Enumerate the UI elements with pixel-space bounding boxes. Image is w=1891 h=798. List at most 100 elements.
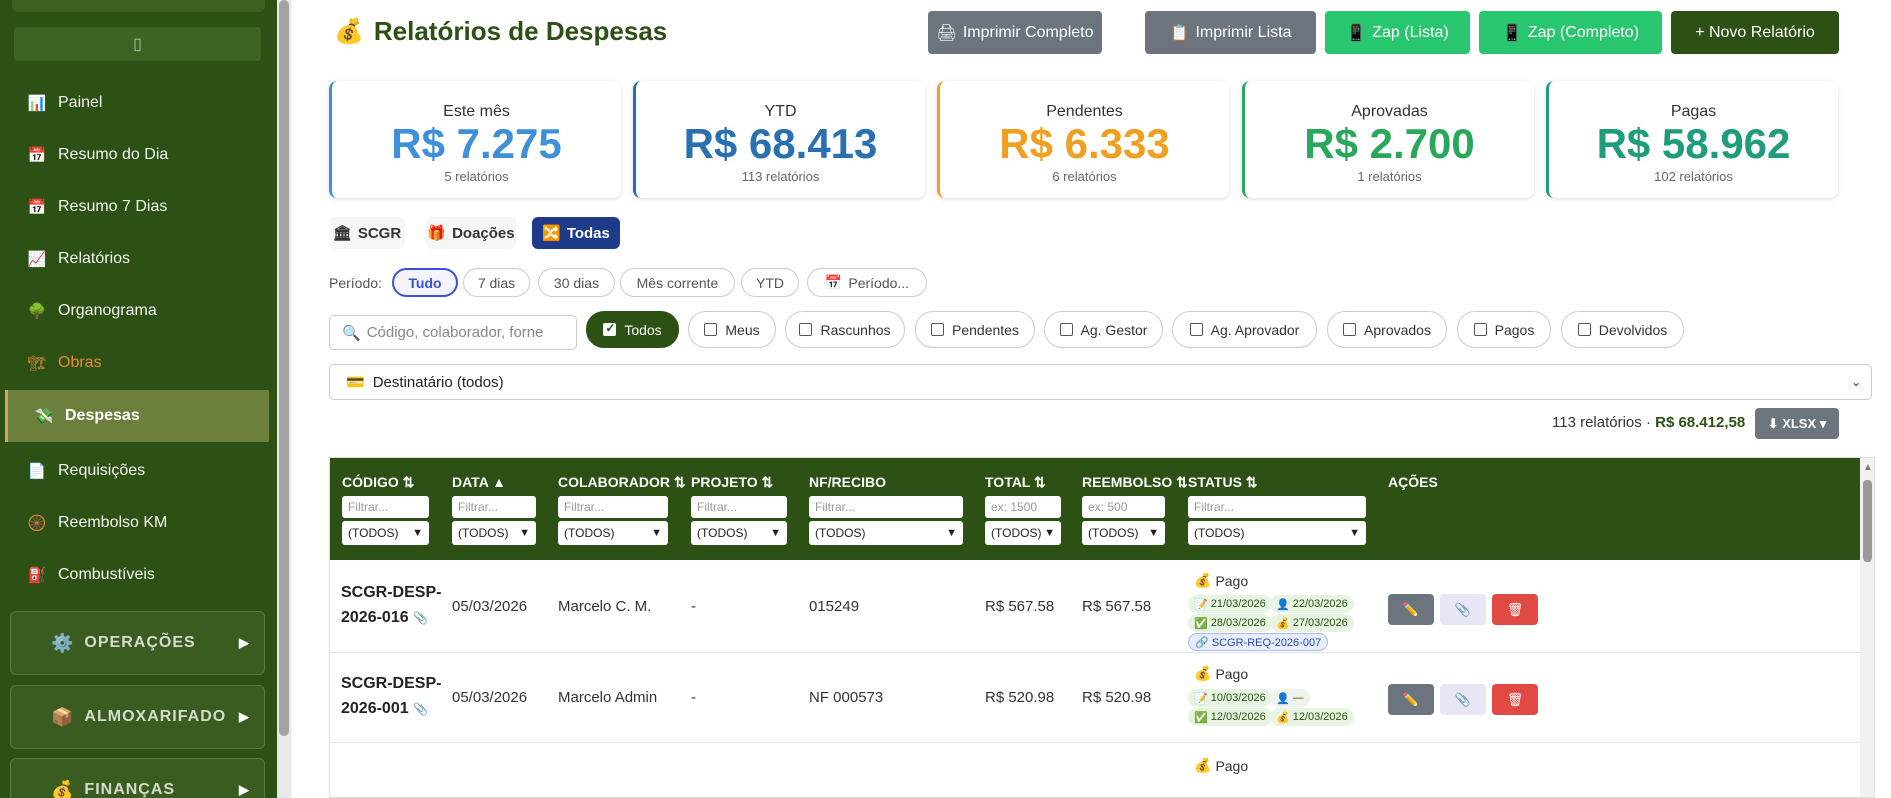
filter-rascunhos[interactable]: Rascunhos xyxy=(785,311,905,348)
filter-ag-aprovador[interactable]: Ag. Aprovador xyxy=(1172,311,1317,348)
section-almoxarifado[interactable]: 📦 ALMOXARIFADO ▶ xyxy=(10,685,265,749)
table-row[interactable]: SCGR-DESP- 2026-001 📎 05/03/2026 Marcelo … xyxy=(330,653,1860,743)
edit-button[interactable]: ✏️ xyxy=(1388,594,1434,625)
filter-input-codigo[interactable]: Filtrar... xyxy=(342,496,429,518)
filter-input-total[interactable]: ex: 1500 xyxy=(985,496,1061,518)
filter-pendentes[interactable]: Pendentes xyxy=(915,311,1035,348)
sidebar-item-requisicoes[interactable]: 📄 Requisições xyxy=(0,445,277,497)
filter-select-colaborador[interactable]: (TODOS) ▼ xyxy=(558,521,668,545)
table-row[interactable]: 💰 Pago xyxy=(330,743,1860,797)
col-header-reembolso[interactable]: REEMBOLSO ⇅ xyxy=(1082,474,1188,491)
filter-select-projeto[interactable]: (TODOS) ▼ xyxy=(691,521,787,545)
col-header-codigo[interactable]: CÓDIGO ⇅ xyxy=(342,474,414,491)
cell-projeto: - xyxy=(691,689,696,706)
tab-label: Todas xyxy=(566,224,610,242)
sidebar-item-despesas[interactable]: 💸 Despesas xyxy=(5,390,269,442)
fuel-pump-icon: ⛽ xyxy=(27,567,47,584)
filter-input-projeto[interactable]: Filtrar... xyxy=(691,496,787,518)
date-badge-submitted: 📝 21/03/2026 xyxy=(1188,595,1272,613)
delete-button[interactable]: 🗑 xyxy=(1492,594,1538,625)
calendar-icon: 📅 xyxy=(824,274,843,290)
sidebar-item-painel[interactable]: 📊 Painel xyxy=(0,77,277,129)
print-full-button[interactable]: 🖨 Imprimir Completo xyxy=(928,11,1102,54)
filter-input-colaborador[interactable]: Filtrar... xyxy=(558,496,668,518)
delete-button[interactable]: 🗑 xyxy=(1492,684,1538,715)
filter-input-status[interactable]: Filtrar... xyxy=(1188,496,1366,518)
search-input[interactable]: 🔍 Código, colaborador, forne xyxy=(329,315,577,350)
paperclip-icon: 📎 xyxy=(413,611,429,625)
export-xlsx-button[interactable]: ⬇ XLSX ▾ xyxy=(1755,408,1839,439)
period-chip-custom[interactable]: 📅 Período... xyxy=(807,268,927,297)
cell-codigo[interactable]: SCGR-DESP- 2026-001 📎 xyxy=(341,671,441,722)
filter-select-nf-recibo[interactable]: (TODOS) ▼ xyxy=(809,521,963,545)
sidebar-scroll-thumb[interactable] xyxy=(279,0,289,736)
sidebar-item-relatorios[interactable]: 📈 Relatórios xyxy=(0,233,277,285)
tab-scgr[interactable]: 🏛 SCGR xyxy=(329,217,405,249)
sidebar-item-organograma[interactable]: 🌳 Organograma xyxy=(0,285,277,337)
chip-label: Período... xyxy=(848,274,910,291)
edit-button[interactable]: ✏️ xyxy=(1388,684,1434,715)
period-chip-tudo[interactable]: Tudo xyxy=(392,268,458,297)
table-header: CÓDIGO ⇅ Filtrar... (TODOS) ▼ DATA ▲ Filt… xyxy=(330,458,1860,560)
col-header-colaborador[interactable]: COLABORADOR ⇅ xyxy=(558,474,686,491)
status-text: Pago xyxy=(1215,572,1249,589)
table-scroll-thumb[interactable] xyxy=(1863,480,1872,562)
sidebar-collapse-button[interactable]: ▯ xyxy=(14,27,261,61)
filter-pagos[interactable]: Pagos xyxy=(1457,311,1551,348)
sidebar-item-resumo-do-dia[interactable]: 📅 Resumo do Dia xyxy=(0,129,277,181)
stat-sub: 1 relatórios xyxy=(1357,169,1422,184)
sidebar-item-combustiveis[interactable]: ⛽ Combustíveis xyxy=(0,549,277,601)
stat-value: R$ 6.333 xyxy=(999,120,1170,167)
filter-select-total[interactable]: (TODOS) ▼ xyxy=(985,521,1061,545)
new-report-button[interactable]: + Novo Relatório xyxy=(1671,11,1839,54)
attachment-button[interactable]: 📎 xyxy=(1440,684,1486,715)
filter-label: Todos xyxy=(624,321,662,338)
filter-select-status[interactable]: (TODOS) ▼ xyxy=(1188,521,1366,545)
col-header-data[interactable]: DATA ▲ xyxy=(452,474,506,490)
cell-total: R$ 567.58 xyxy=(985,598,1055,615)
checkbox-icon xyxy=(1473,323,1487,336)
col-header-total[interactable]: TOTAL ⇅ xyxy=(985,474,1046,491)
filter-input-reembolso[interactable]: ex: 500 xyxy=(1082,496,1165,518)
filter-meus[interactable]: Meus xyxy=(688,311,776,348)
filter-devolvidos[interactable]: Devolvidos xyxy=(1561,311,1684,348)
filter-select-reembolso[interactable]: (TODOS) ▼ xyxy=(1082,521,1165,545)
linked-requisition-badge[interactable]: 🔗 SCGR-REQ-2026-007 xyxy=(1188,633,1329,651)
filter-todos[interactable]: Todos xyxy=(586,311,679,348)
chevron-right-icon: ▶ xyxy=(239,709,250,724)
period-chip-30-dias[interactable]: 30 dias xyxy=(538,268,615,297)
filter-input-data[interactable]: Filtrar... xyxy=(452,496,536,518)
sidebar-item-obras[interactable]: 🏗 Obras xyxy=(0,337,277,389)
section-financas[interactable]: 💰 FINANÇAS ▶ xyxy=(10,758,265,798)
col-header-projeto[interactable]: PROJETO ⇅ xyxy=(691,474,773,491)
stat-label: Pagas xyxy=(1670,103,1717,120)
caret-down-icon: ▼ xyxy=(651,527,662,539)
sidebar-item-resumo-7-dias[interactable]: 📅 Resumo 7 Dias xyxy=(0,181,277,233)
cell-codigo[interactable]: SCGR-DESP- 2026-016 📎 xyxy=(341,580,441,631)
sidebar-item-label: Relatórios xyxy=(58,250,131,267)
table-scrollbar[interactable]: ▲ xyxy=(1860,458,1874,797)
destinatario-select[interactable]: 💳 Destinatário (todos) ⌄ xyxy=(329,364,1872,400)
filter-aprovados[interactable]: Aprovados xyxy=(1327,311,1447,348)
sidebar-item-reembolso-km[interactable]: 🛞 Reembolso KM xyxy=(0,497,277,549)
filter-ag-gestor[interactable]: Ag. Gestor xyxy=(1044,311,1163,348)
construction-icon: 🏗 xyxy=(27,355,47,372)
zap-full-button[interactable]: 📱 Zap (Completo) xyxy=(1479,11,1662,54)
print-list-button[interactable]: 📋 Imprimir Lista xyxy=(1145,11,1316,54)
tab-todas[interactable]: 🔀 Todas xyxy=(532,217,620,249)
period-chip-mes-corrente[interactable]: Mês corrente xyxy=(620,268,735,297)
zap-list-button[interactable]: 📱 Zap (Lista) xyxy=(1325,11,1470,54)
filter-label: Aprovados xyxy=(1364,321,1431,338)
table-row[interactable]: SCGR-DESP- 2026-016 📎 05/03/2026 Marcelo … xyxy=(330,560,1860,653)
section-operacoes[interactable]: ⚙️ OPERAÇÕES ▶ xyxy=(10,611,265,675)
filter-input-nf-recibo[interactable]: Filtrar... xyxy=(809,496,963,518)
tab-doacoes[interactable]: 🎁 Doações xyxy=(426,217,516,249)
printer-icon: 🖨 xyxy=(936,24,957,42)
scroll-up-icon[interactable]: ▲ xyxy=(1863,462,1873,473)
filter-select-data[interactable]: (TODOS) ▼ xyxy=(452,521,536,545)
col-header-status[interactable]: STATUS ⇅ xyxy=(1188,474,1258,491)
filter-select-codigo[interactable]: (TODOS) ▼ xyxy=(342,521,429,545)
attachment-button[interactable]: 📎 xyxy=(1440,594,1486,625)
period-chip-ytd[interactable]: YTD xyxy=(741,268,799,297)
period-chip-7-dias[interactable]: 7 dias xyxy=(463,268,530,297)
